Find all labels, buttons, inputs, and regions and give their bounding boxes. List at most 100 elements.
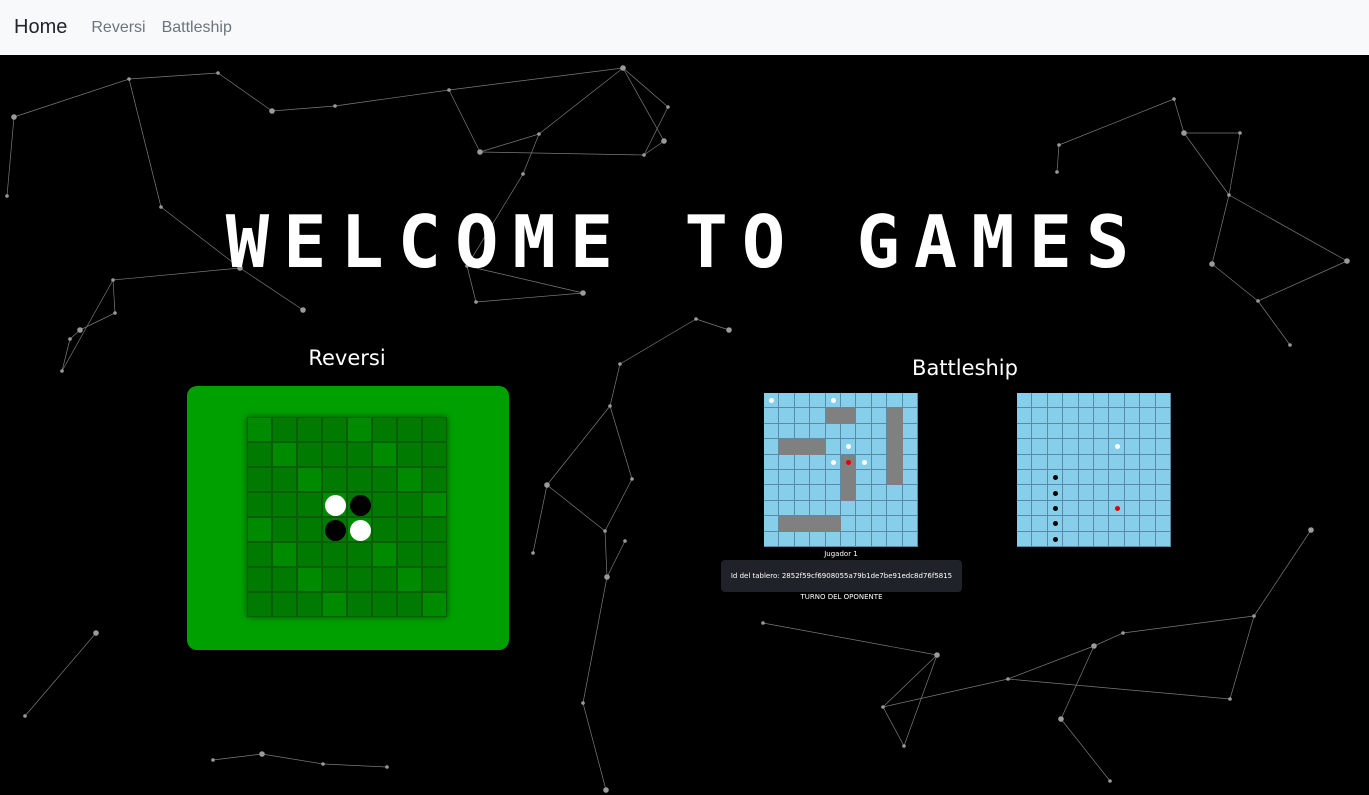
- battleship-cell[interactable]: [810, 485, 826, 501]
- reversi-cell[interactable]: [247, 567, 272, 592]
- reversi-cell[interactable]: [372, 442, 397, 467]
- reversi-cell[interactable]: [347, 592, 372, 617]
- battleship-cell[interactable]: [1093, 423, 1110, 440]
- reversi-cell[interactable]: [422, 417, 447, 442]
- battleship-cell[interactable]: [1140, 500, 1156, 517]
- battleship-cell[interactable]: [1063, 423, 1079, 440]
- battleship-cell[interactable]: [1017, 531, 1033, 547]
- battleship-cell[interactable]: [1124, 500, 1141, 517]
- battleship-cell[interactable]: [1078, 393, 1094, 409]
- reversi-cell[interactable]: [372, 492, 397, 517]
- battleship-cell[interactable]: [1124, 531, 1141, 547]
- reversi-cell[interactable]: [297, 517, 322, 542]
- battleship-cell[interactable]: [810, 393, 826, 409]
- battleship-cell[interactable]: [840, 393, 857, 409]
- battleship-cell[interactable]: [1124, 485, 1141, 501]
- battleship-cell[interactable]: [1124, 454, 1141, 470]
- battleship-cell[interactable]: [1032, 485, 1048, 501]
- battleship-cell[interactable]: [1063, 469, 1079, 486]
- battleship-cell[interactable]: [871, 423, 888, 440]
- battleship-cell[interactable]: [825, 469, 841, 486]
- reversi-cell[interactable]: [422, 517, 447, 542]
- reversi-cell[interactable]: [247, 542, 272, 567]
- battleship-cell[interactable]: [1124, 393, 1141, 409]
- battleship-cell[interactable]: [1078, 531, 1094, 547]
- battleship-cell[interactable]: [1109, 423, 1125, 440]
- battleship-cell[interactable]: [1140, 485, 1156, 501]
- reversi-cell[interactable]: [397, 517, 422, 542]
- battleship-cell[interactable]: [825, 423, 841, 440]
- battleship-cell[interactable]: [810, 454, 826, 470]
- reversi-cell[interactable]: [347, 492, 372, 517]
- nav-reversi-link[interactable]: Reversi: [91, 19, 145, 37]
- battleship-cell[interactable]: [794, 500, 811, 517]
- battleship-cell[interactable]: [856, 531, 872, 547]
- reversi-cell[interactable]: [272, 517, 297, 542]
- battleship-cell[interactable]: [1140, 423, 1156, 440]
- battleship-cell[interactable]: [1109, 469, 1125, 486]
- reversi-cell[interactable]: [372, 592, 397, 617]
- own-battleship-board[interactable]: [764, 393, 918, 547]
- battleship-cell[interactable]: [902, 439, 918, 455]
- reversi-cell[interactable]: [347, 517, 372, 542]
- battleship-cell[interactable]: [825, 531, 841, 547]
- battleship-cell[interactable]: [1063, 408, 1079, 424]
- battleship-cell[interactable]: [1155, 454, 1171, 470]
- battleship-cell[interactable]: [1124, 423, 1141, 440]
- battleship-cell[interactable]: [887, 531, 903, 547]
- reversi-cell[interactable]: [322, 442, 347, 467]
- battleship-cell[interactable]: [902, 500, 918, 517]
- battleship-cell[interactable]: [1078, 454, 1094, 470]
- battleship-cell[interactable]: [794, 408, 811, 424]
- battleship-cell[interactable]: [810, 500, 826, 517]
- battleship-title[interactable]: Battleship: [865, 356, 1065, 380]
- battleship-cell[interactable]: [779, 423, 795, 440]
- battleship-cell[interactable]: [871, 485, 888, 501]
- battleship-cell[interactable]: [1047, 454, 1064, 470]
- reversi-cell[interactable]: [347, 467, 372, 492]
- battleship-cell[interactable]: [887, 485, 903, 501]
- battleship-cell[interactable]: [779, 454, 795, 470]
- battleship-cell[interactable]: [902, 531, 918, 547]
- battleship-cell[interactable]: [1093, 485, 1110, 501]
- reversi-cell[interactable]: [297, 492, 322, 517]
- battleship-cell[interactable]: [1047, 393, 1064, 409]
- reversi-cell[interactable]: [347, 542, 372, 567]
- battleship-cell[interactable]: [1109, 393, 1125, 409]
- battleship-cell[interactable]: [871, 531, 888, 547]
- reversi-cell[interactable]: [422, 442, 447, 467]
- battleship-cell[interactable]: [1078, 408, 1094, 424]
- battleship-cell[interactable]: [1032, 454, 1048, 470]
- battleship-cell[interactable]: [764, 408, 780, 424]
- battleship-cell[interactable]: [1093, 408, 1110, 424]
- battleship-cell[interactable]: [1078, 423, 1094, 440]
- battleship-cell[interactable]: [779, 408, 795, 424]
- battleship-cell[interactable]: [1093, 500, 1110, 517]
- battleship-cell[interactable]: [902, 408, 918, 424]
- battleship-cell[interactable]: [794, 423, 811, 440]
- reversi-cell[interactable]: [247, 592, 272, 617]
- battleship-cell[interactable]: [871, 516, 888, 532]
- reversi-cell[interactable]: [322, 492, 347, 517]
- reversi-cell[interactable]: [272, 567, 297, 592]
- battleship-cell[interactable]: [871, 500, 888, 517]
- battleship-cell[interactable]: [1155, 469, 1171, 486]
- battleship-cell[interactable]: [1063, 393, 1079, 409]
- battleship-cell[interactable]: [779, 393, 795, 409]
- reversi-cell[interactable]: [297, 567, 322, 592]
- battleship-cell[interactable]: [1109, 531, 1125, 547]
- battleship-cell[interactable]: [794, 469, 811, 486]
- battleship-cell[interactable]: [1032, 423, 1048, 440]
- battleship-cell[interactable]: [825, 500, 841, 517]
- reversi-cell[interactable]: [272, 492, 297, 517]
- battleship-cell[interactable]: [1032, 531, 1048, 547]
- battleship-cell[interactable]: [871, 408, 888, 424]
- battleship-cell[interactable]: [1109, 485, 1125, 501]
- reversi-cell[interactable]: [297, 467, 322, 492]
- reversi-cell[interactable]: [347, 417, 372, 442]
- battleship-cell[interactable]: [856, 500, 872, 517]
- battleship-cell[interactable]: [764, 531, 780, 547]
- reversi-cell[interactable]: [397, 467, 422, 492]
- battleship-cell[interactable]: [779, 531, 795, 547]
- reversi-preview[interactable]: [187, 386, 509, 650]
